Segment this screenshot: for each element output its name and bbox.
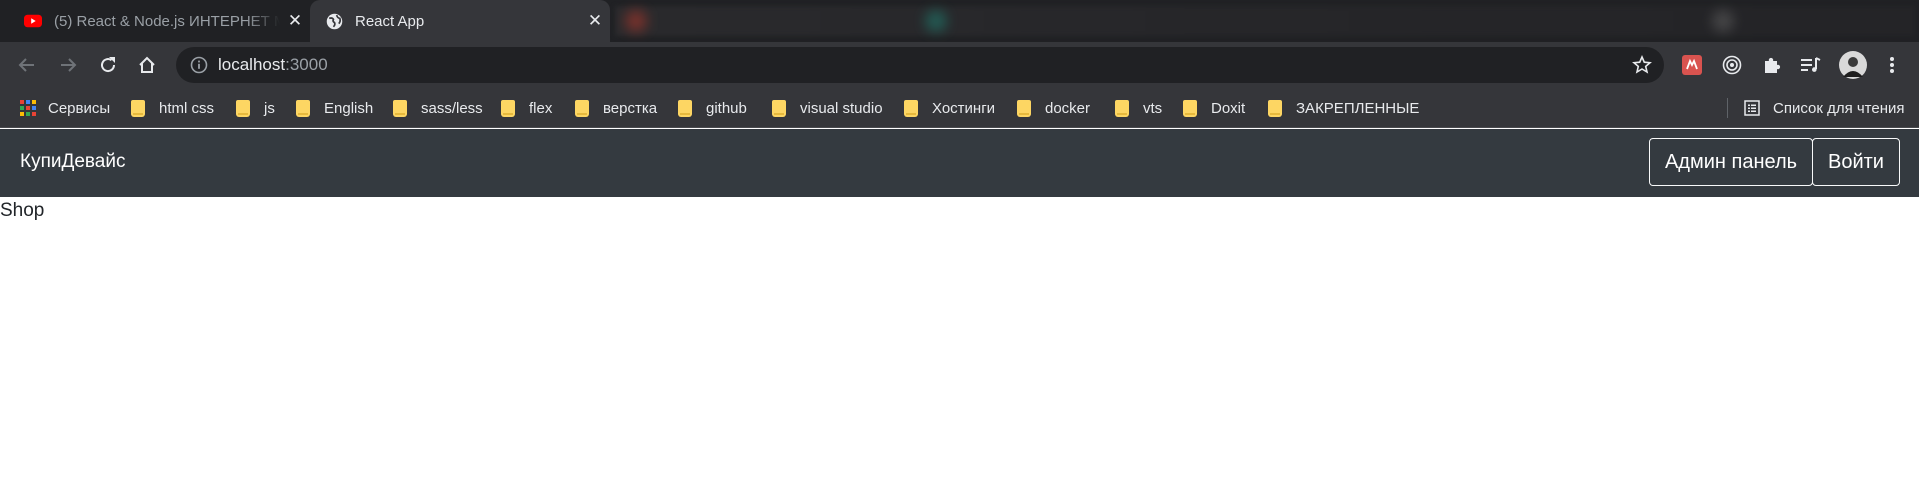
- brand-link[interactable]: КупиДевайс: [20, 151, 125, 173]
- folder-icon: [236, 99, 250, 117]
- tab-strip: (5) React & Node.js ИНТЕРНЕТ МАГАЗИН ✕ R…: [0, 0, 1919, 42]
- folder-icon: [501, 99, 515, 117]
- folder-icon: [1183, 99, 1197, 117]
- url-text: localhost:3000: [218, 55, 328, 75]
- folder-icon: [678, 99, 692, 117]
- close-icon[interactable]: ✕: [580, 11, 610, 31]
- url-port: :3000: [285, 55, 328, 74]
- folder-icon: [393, 99, 407, 117]
- apps-grid-icon: [20, 100, 36, 116]
- bookmark-label: sass/less: [421, 99, 483, 117]
- back-button[interactable]: [12, 50, 42, 80]
- bookmark-apps[interactable]: Сервисы: [20, 88, 110, 128]
- blurred-icon: [925, 10, 947, 32]
- forward-button[interactable]: [53, 50, 83, 80]
- reload-button[interactable]: [93, 50, 123, 80]
- globe-icon: [325, 12, 343, 30]
- target-icon[interactable]: [1720, 53, 1744, 77]
- puzzle-icon[interactable]: [1760, 53, 1784, 77]
- address-bar[interactable]: localhost:3000: [176, 47, 1664, 83]
- browser-toolbar: localhost:3000: [0, 42, 1919, 88]
- info-icon[interactable]: [190, 56, 208, 74]
- folder-icon: [772, 99, 786, 117]
- blurred-icon: [625, 10, 647, 32]
- bookmark-folder[interactable]: Doxit: [1183, 88, 1245, 128]
- bookmark-label: верстка: [603, 99, 658, 117]
- arrow-left-icon: [18, 58, 34, 72]
- bookmark-label: docker: [1045, 99, 1091, 117]
- bookmark-folder[interactable]: github: [678, 88, 747, 128]
- media-queue-icon[interactable]: [1799, 53, 1823, 77]
- login-button[interactable]: Войти: [1812, 138, 1900, 186]
- bookmark-label: English: [324, 99, 374, 117]
- folder-icon: [904, 99, 918, 117]
- reload-icon: [101, 57, 116, 73]
- kebab-menu-icon[interactable]: [1880, 53, 1904, 77]
- folder-icon: [1268, 99, 1282, 117]
- folder-icon: [296, 99, 310, 117]
- bookmark-label: js: [264, 99, 275, 117]
- divider: [1727, 98, 1728, 118]
- bookmark-folder[interactable]: visual studio: [772, 88, 883, 128]
- close-icon[interactable]: ✕: [280, 11, 310, 31]
- url-host: localhost: [218, 55, 286, 74]
- bookmark-folder[interactable]: ЗАКРЕПЛЕННЫЕ: [1268, 88, 1419, 128]
- bookmark-folder[interactable]: js: [236, 88, 275, 128]
- bookmark-folder[interactable]: vts: [1115, 88, 1162, 128]
- star-icon[interactable]: [1632, 55, 1652, 75]
- arrow-right-icon: [61, 58, 77, 72]
- tab-title: React App: [355, 12, 425, 30]
- extension-red-icon[interactable]: [1680, 53, 1704, 77]
- site-navbar: КупиДевайс Админ панель Войти: [0, 129, 1919, 197]
- bookmark-folder[interactable]: flex: [501, 88, 552, 128]
- bookmark-label: vts: [1143, 99, 1163, 117]
- bookmark-folder[interactable]: Хостинги: [904, 88, 995, 128]
- page-content: Shop: [0, 200, 45, 221]
- bookmarks-bar: Сервисы html css js English sass/less fl…: [0, 88, 1919, 128]
- reading-list-button[interactable]: Список для чтения: [1744, 88, 1905, 128]
- folder-icon: [1017, 99, 1031, 117]
- admin-panel-button[interactable]: Админ панель: [1649, 138, 1813, 186]
- bookmark-label: Сервисы: [48, 99, 111, 117]
- bookmark-label: html css: [159, 99, 215, 117]
- bookmark-label: github: [706, 99, 747, 117]
- bookmark-folder[interactable]: html css: [131, 88, 214, 128]
- home-button[interactable]: [132, 50, 162, 80]
- bookmark-folder[interactable]: sass/less: [393, 88, 483, 128]
- bookmark-folder[interactable]: верстка: [575, 88, 657, 128]
- bookmark-folder[interactable]: docker: [1017, 88, 1090, 128]
- bookmark-label: flex: [529, 99, 553, 117]
- tab-react-app[interactable]: React App ✕: [310, 0, 610, 42]
- bookmark-label: Список для чтения: [1773, 99, 1905, 117]
- youtube-icon: [24, 12, 42, 30]
- bookmark-label: Doxit: [1211, 99, 1246, 117]
- bookmark-label: visual studio: [800, 99, 883, 117]
- folder-icon: [131, 99, 145, 117]
- folder-icon: [1115, 99, 1129, 117]
- blurred-icon: [1712, 10, 1734, 32]
- bookmark-label: Хостинги: [932, 99, 996, 117]
- bookmark-label: ЗАКРЕПЛЕННЫЕ: [1296, 99, 1420, 117]
- tab-title: (5) React & Node.js ИНТЕРНЕТ МАГАЗИН: [54, 12, 280, 30]
- reading-list-icon: [1744, 100, 1760, 116]
- folder-icon: [575, 99, 589, 117]
- avatar[interactable]: [1838, 50, 1868, 80]
- home-icon: [139, 56, 155, 73]
- tab-youtube[interactable]: (5) React & Node.js ИНТЕРНЕТ МАГАЗИН ✕: [0, 0, 310, 42]
- bookmark-folder[interactable]: English: [296, 88, 373, 128]
